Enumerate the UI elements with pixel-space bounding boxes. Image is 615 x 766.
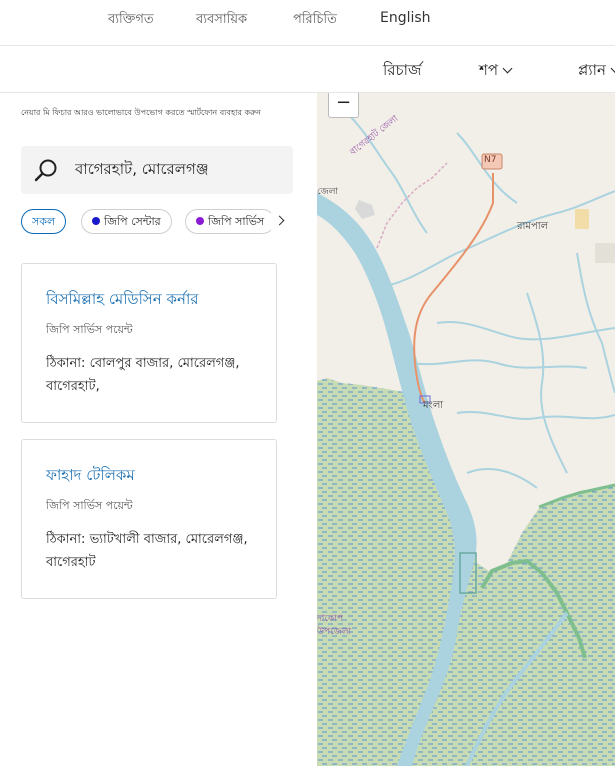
map-label-dacope: দাকোপ উপজেলা [317, 614, 352, 637]
top-navigation: ব্যক্তিগত ব্যবসায়িক পরিচিতি English [0, 0, 615, 46]
filter-gp-service[interactable]: জিপি সার্ভিস [185, 209, 276, 234]
filter-gp-service-label: জিপি সার্ভিস [208, 215, 265, 228]
result-type: জিপি সার্ভিস পয়েন্ট [46, 499, 133, 512]
nav-about[interactable]: পরিচিতি [293, 10, 337, 31]
map-road-label: N7 [484, 155, 497, 165]
store-locator-panel: নেয়ার মি ফিচার আরও ভালোভাবে উপভোগ করতে … [0, 93, 317, 766]
map-label-mongla: মংলা [423, 400, 444, 411]
chevron-right-icon [274, 215, 285, 226]
search-box[interactable] [21, 146, 293, 194]
main-navigation: রিচার্জ শপ প্ল্যান [0, 46, 615, 93]
filter-gp-center[interactable]: জিপি সেন্টার [81, 209, 172, 234]
gp-service-dot-icon [196, 217, 204, 225]
result-card[interactable]: বিসমিল্লাহ মেডিসিন কর্নার জিপি সার্ভিস প… [21, 263, 277, 423]
filter-chips: সকল জিপি সেন্টার জিপি সার্ভিস [21, 209, 293, 235]
result-title[interactable]: ফাহাদ টেলিকম [46, 464, 135, 489]
search-input[interactable] [73, 160, 283, 180]
nav-shop-label: শপ [479, 61, 499, 79]
filter-all[interactable]: সকল [21, 209, 67, 234]
nav-personal[interactable]: ব্যক্তিগত [108, 10, 154, 31]
zoom-out-button[interactable]: − [328, 93, 359, 118]
nav-plan-label: প্ল্যান [578, 61, 606, 79]
result-card[interactable]: ফাহাদ টেলিকম জিপি সার্ভিস পয়েন্ট ঠিকানা… [21, 439, 277, 599]
chevron-down-icon [502, 63, 513, 74]
map-view[interactable]: − N7 বাগেরহাট জেলা জেলা রামপাল মংলা দাকো… [317, 93, 615, 766]
filter-all-label: সকল [32, 215, 56, 228]
smartphone-hint: নেয়ার মি ফিচার আরও ভালোভাবে উপভোগ করতে … [21, 108, 261, 117]
result-type: জিপি সার্ভিস পয়েন্ট [46, 323, 133, 336]
map-label-rampal: রামপাল [517, 221, 549, 232]
nav-recharge[interactable]: রিচার্জ [383, 59, 421, 84]
search-icon [34, 159, 57, 182]
result-address: ঠিকানা: ভ্যাটখালী বাজার, মোরেলগঞ্জ, বাগে… [46, 532, 248, 570]
nav-business[interactable]: ব্যবসায়িক [196, 10, 247, 31]
filter-gp-center-label: জিপি সেন্টার [104, 215, 161, 228]
nav-plan[interactable]: প্ল্যান [578, 59, 615, 84]
result-address: ঠিকানা: বোলপুর বাজার, মোরেলগঞ্জ, বাগেরহা… [46, 356, 240, 394]
nav-shop[interactable]: শপ [479, 59, 513, 84]
map-tiles [317, 93, 615, 766]
chevron-down-icon [610, 63, 615, 74]
result-title[interactable]: বিসমিল্লাহ মেডিসিন কর্নার [46, 288, 199, 313]
map-label-jela: জেলা [317, 187, 339, 197]
gp-center-dot-icon [92, 217, 100, 225]
filter-scroll-right-button[interactable] [271, 209, 293, 234]
nav-language-english[interactable]: English [380, 10, 431, 26]
